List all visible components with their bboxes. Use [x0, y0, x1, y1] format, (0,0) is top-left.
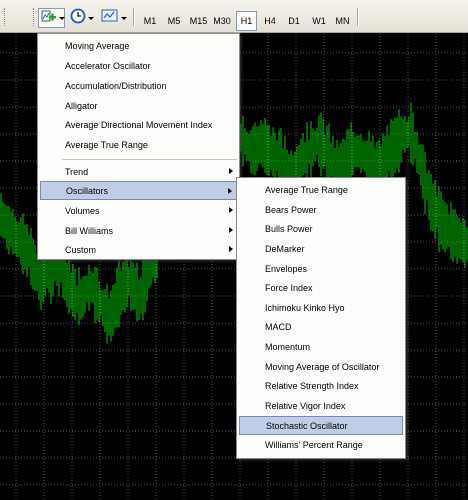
- menu-item-adx[interactable]: Average Directional Movement Index: [40, 115, 237, 134]
- menu-item-macd[interactable]: MACD: [239, 317, 403, 336]
- timeframe-m1-button[interactable]: M1: [139, 11, 161, 31]
- menu-item-williams-percent-range[interactable]: Williams' Percent Range: [239, 435, 403, 454]
- chevron-down-icon: [59, 16, 65, 20]
- submenu-arrow-icon: [229, 246, 233, 252]
- chevron-down-icon: [88, 16, 94, 20]
- toolbar-grip[interactable]: [33, 8, 36, 26]
- timeframe-d1-button[interactable]: D1: [283, 11, 305, 31]
- submenu-arrow-icon: [229, 168, 233, 174]
- menu-item-label: Average Directional Movement Index: [65, 119, 213, 130]
- menu-item-label: Average True Range: [65, 139, 148, 150]
- templates-button[interactable]: [99, 8, 127, 28]
- menu-item-volumes[interactable]: Volumes: [40, 201, 237, 220]
- menu-item-label: Moving Average: [65, 40, 130, 51]
- menu-item-moving-average[interactable]: Moving Average: [40, 36, 237, 55]
- chart-toolbar: M1 M5 M15 M30 H1 H4 D1 W1 MN: [0, 0, 468, 33]
- menu-item-bears-power[interactable]: Bears Power: [239, 200, 403, 219]
- menu-item-label: Oscillators: [66, 185, 109, 196]
- menu-item-label: DeMarker: [265, 243, 305, 254]
- indicators-plus-icon: [41, 8, 57, 29]
- timeframe-m30-button[interactable]: M30: [211, 11, 233, 31]
- indicators-menu: Moving Average Accelerator Oscillator Ac…: [37, 33, 240, 260]
- menu-item-label: MACD: [265, 321, 292, 332]
- submenu-arrow-icon: [228, 188, 232, 194]
- menu-item-average-true-range[interactable]: Average True Range: [40, 135, 237, 154]
- oscillators-submenu: Average True Range Bears Power Bulls Pow…: [236, 177, 406, 459]
- menu-item-osma[interactable]: Moving Average of Oscillator: [239, 357, 403, 376]
- toolbar-grip[interactable]: [4, 8, 7, 26]
- menu-item-rsi[interactable]: Relative Strength Index: [239, 376, 403, 395]
- menu-item-trend[interactable]: Trend: [40, 162, 237, 181]
- menu-item-average-true-range[interactable]: Average True Range: [239, 180, 403, 199]
- menu-item-label: Momentum: [265, 341, 311, 352]
- menu-item-accumulation-distribution[interactable]: Accumulation/Distribution: [40, 76, 237, 95]
- chevron-down-icon: [121, 16, 127, 20]
- menu-item-rvi[interactable]: Relative Vigor Index: [239, 396, 403, 415]
- menu-item-custom[interactable]: Custom: [40, 240, 237, 259]
- menu-item-label: Accumulation/Distribution: [65, 80, 167, 91]
- menu-item-label: Relative Strength Index: [265, 380, 359, 391]
- timeframe-m15-button[interactable]: M15: [187, 11, 210, 31]
- menu-item-label: Average True Range: [265, 184, 348, 195]
- toolbar-separator: [357, 8, 359, 26]
- menu-item-bulls-power[interactable]: Bulls Power: [239, 219, 403, 238]
- toolbar-separator: [133, 8, 135, 26]
- menu-item-label: Williams' Percent Range: [265, 439, 363, 450]
- menu-item-label: Envelopes: [265, 263, 308, 274]
- chart-template-icon: [101, 8, 119, 29]
- menu-item-ichimoku[interactable]: Ichimoku Kinko Hyo: [239, 298, 403, 317]
- menu-item-label: Ichimoku Kinko Hyo: [265, 302, 345, 313]
- menu-item-label: Volumes: [65, 205, 100, 216]
- menu-item-envelopes[interactable]: Envelopes: [239, 259, 403, 278]
- menu-item-accelerator-oscillator[interactable]: Accelerator Oscillator: [40, 56, 237, 75]
- timeframe-w1-button[interactable]: W1: [308, 11, 330, 31]
- timeframe-h4-button[interactable]: H4: [259, 11, 281, 31]
- menu-item-label: Bulls Power: [265, 223, 313, 234]
- timeframe-mn-button[interactable]: MN: [332, 11, 353, 31]
- timeframe-m5-button[interactable]: M5: [163, 11, 185, 31]
- menu-item-label: Bears Power: [265, 204, 317, 215]
- menu-item-label: Custom: [65, 244, 97, 255]
- submenu-arrow-icon: [229, 227, 233, 233]
- menu-item-force-index[interactable]: Force Index: [239, 278, 403, 297]
- menu-item-label: Force Index: [265, 282, 313, 293]
- menu-item-label: Alligator: [65, 100, 98, 111]
- clock-icon: [70, 8, 86, 29]
- menu-separator: [62, 159, 237, 160]
- menu-item-label: Trend: [65, 166, 89, 177]
- menu-item-stochastic-oscillator[interactable]: Stochastic Oscillator: [239, 416, 403, 435]
- menu-item-label: Moving Average of Oscillator: [265, 361, 380, 372]
- menu-item-label: Bill Williams: [65, 225, 113, 236]
- submenu-arrow-icon: [229, 207, 233, 213]
- menu-item-label: Relative Vigor Index: [265, 400, 346, 411]
- menu-item-label: Accelerator Oscillator: [65, 60, 151, 71]
- timeframe-h1-button[interactable]: H1: [236, 11, 257, 31]
- menu-item-momentum[interactable]: Momentum: [239, 337, 403, 356]
- menu-item-label: Stochastic Oscillator: [266, 420, 348, 431]
- menu-item-oscillators[interactable]: Oscillators: [40, 181, 237, 200]
- menu-item-demarker[interactable]: DeMarker: [239, 239, 403, 258]
- menu-item-bill-williams[interactable]: Bill Williams: [40, 221, 237, 240]
- add-indicator-button[interactable]: [38, 8, 65, 28]
- menu-item-alligator[interactable]: Alligator: [40, 96, 237, 115]
- periodicity-button[interactable]: [68, 8, 94, 28]
